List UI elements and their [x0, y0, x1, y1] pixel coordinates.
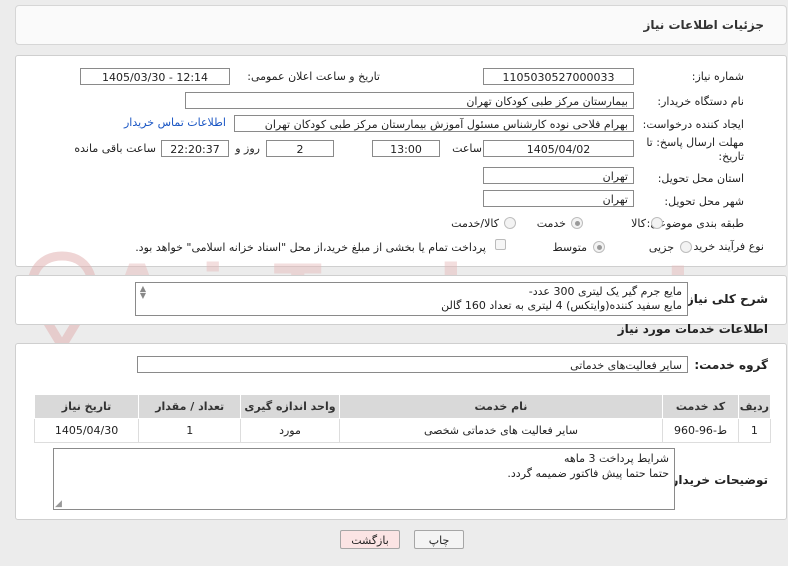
process-radio-medium[interactable] [593, 241, 605, 253]
col-unit: واحد اندازه گیری [240, 394, 340, 419]
resize-handle-icon[interactable]: ◢ [55, 499, 62, 509]
category-option-goods-service: کالا/خدمت [451, 217, 499, 230]
col-service-code: کد خدمت [662, 394, 739, 419]
cell-unit: مورد [240, 418, 340, 443]
cell-quantity: 1 [138, 418, 242, 443]
cell-service-name: سایر فعالیت های خدماتی شخصی [338, 418, 664, 443]
table-header-row: ردیف کد خدمت نام خدمت واحد اندازه گیری ت… [33, 394, 772, 419]
buyer-notes-line-1: شرایط پرداخت 3 ماهه [564, 452, 669, 465]
col-need-date: تاریخ نیاز [33, 394, 140, 419]
service-group-field: سایر فعالیت‌های خدماتی [137, 356, 688, 373]
category-radio-service[interactable] [571, 217, 583, 229]
announce-label: تاریخ و ساعت اعلان عمومی: [247, 70, 380, 83]
city-field: تهران [483, 190, 634, 207]
time-label: ساعت [452, 142, 482, 155]
summary-label: شرح کلی نیاز: [682, 292, 768, 306]
requester-label: ایجاد کننده درخواست: [642, 118, 744, 131]
cell-row-number: 1 [737, 418, 772, 443]
buyer-notes-text: شرایط پرداخت 3 ماهه حتما حتما پیش فاکتور… [53, 448, 675, 510]
page-header: جزئیات اطلاعات نیاز [15, 5, 787, 45]
back-button[interactable]: بازگشت [340, 530, 400, 549]
summary-line-2: مایع سفید کننده(وایتکس) 4 لیتری به تعداد… [441, 299, 682, 312]
process-radio-minor[interactable] [680, 241, 692, 253]
buyer-org-label: نام دستگاه خریدار: [657, 95, 744, 108]
col-quantity: تعداد / مقدار [138, 394, 242, 419]
category-radio-goods[interactable] [651, 217, 663, 229]
table-row: 1 ط-96-960 سایر فعالیت های خدماتی شخصی م… [33, 418, 772, 443]
deadline-label: مهلت ارسال پاسخ: تا تاریخ: [646, 136, 744, 163]
city-label: شهر محل تحویل: [664, 195, 744, 208]
cell-service-code: ط-96-960 [662, 418, 739, 443]
deadline-time-field: 13:00 [372, 140, 440, 157]
need-number-label: شماره نیاز: [691, 70, 744, 83]
announce-field: 1405/03/30 - 12:14 [80, 68, 230, 85]
cell-need-date: 1405/04/30 [33, 418, 140, 443]
summary-scroll-handle[interactable]: ▲ ▼ [137, 285, 149, 300]
buyer-notes-line-2: حتما حتما پیش فاکتور ضمیمه گردد. [507, 467, 669, 480]
province-field: تهران [483, 167, 634, 184]
print-button[interactable]: چاپ [414, 530, 464, 549]
col-row-number: ردیف [737, 394, 772, 419]
treasury-payment-note: پرداخت تمام یا بخشی از مبلغ خرید،از محل … [135, 241, 486, 254]
days-label: روز و [235, 142, 260, 155]
services-table: ردیف کد خدمت نام خدمت واحد اندازه گیری ت… [33, 394, 772, 443]
deadline-date-field: 1405/04/02 [483, 140, 634, 157]
process-option-medium: متوسط [552, 241, 587, 254]
remaining-time-field: 22:20:37 [161, 140, 229, 157]
buyer-org-field: بیمارستان مرکز طبی کودکان تهران [185, 92, 634, 109]
page-title: جزئیات اطلاعات نیاز [643, 18, 764, 32]
province-label: استان محل تحویل: [657, 172, 744, 185]
col-service-name: نام خدمت [338, 394, 664, 419]
services-section-title: اطلاعات خدمات مورد نیاز [617, 322, 768, 336]
process-label: نوع فرآیند خرید : [686, 240, 764, 253]
treasury-payment-checkbox[interactable] [495, 239, 506, 250]
remaining-label: ساعت باقی مانده [74, 142, 156, 155]
summary-text: مایع جرم گیر یک لیتری 300 عدد- مایع سفید… [135, 282, 688, 316]
category-option-service: خدمت [536, 217, 566, 230]
category-radio-goods-service[interactable] [504, 217, 516, 229]
need-number-field: 1105030527000033 [483, 68, 634, 85]
buyer-notes-label: توضیحات خریدار: [666, 473, 768, 487]
process-option-minor: جزیی [648, 241, 674, 254]
category-option-goods: کالا [631, 217, 646, 230]
contact-info-link[interactable]: اطلاعات تماس خریدار [124, 116, 226, 129]
service-group-label: گروه خدمت: [694, 358, 768, 372]
summary-line-1: مایع جرم گیر یک لیتری 300 عدد- [528, 285, 682, 298]
requester-field: بهرام فلاحی نوده کارشناس مسئول آموزش بیم… [234, 115, 634, 132]
days-field: 2 [266, 140, 334, 157]
